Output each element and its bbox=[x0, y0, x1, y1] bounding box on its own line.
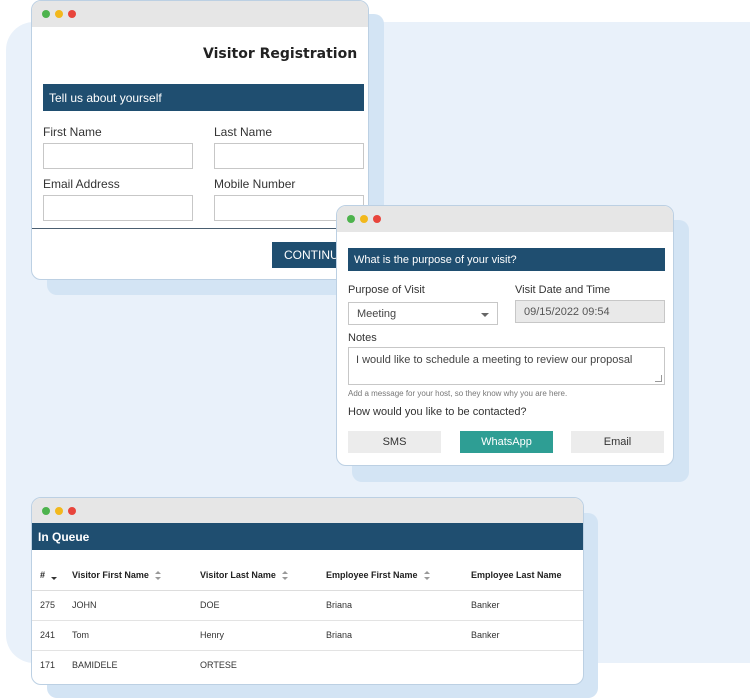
page-title: Visitor Registration bbox=[203, 46, 358, 62]
maximize-dot-icon[interactable] bbox=[42, 10, 50, 18]
section-header: What is the purpose of your visit? bbox=[348, 248, 665, 271]
notes-hint: Add a message for your host, so they kno… bbox=[348, 389, 568, 398]
table-cell: BAMIDELE bbox=[72, 660, 118, 671]
section-header: Tell us about yourself bbox=[43, 84, 364, 111]
queue-table: # Visitor First Name Visitor Last Name E… bbox=[32, 560, 583, 680]
table-header-row: # Visitor First Name Visitor Last Name E… bbox=[32, 560, 583, 591]
purpose-select[interactable]: Meeting bbox=[348, 302, 498, 325]
table-cell: 171 bbox=[40, 660, 56, 671]
notes-textarea[interactable]: I would like to schedule a meeting to re… bbox=[348, 347, 665, 385]
sort-icon[interactable] bbox=[281, 570, 288, 580]
contact-option-whatsapp[interactable]: WhatsApp bbox=[460, 431, 553, 453]
sort-icon[interactable] bbox=[154, 570, 161, 580]
table-cell: 241 bbox=[32, 620, 72, 651]
notes-value: I would like to schedule a meeting to re… bbox=[356, 354, 633, 366]
visit-window: What is the purpose of your visit? Purpo… bbox=[336, 205, 674, 466]
table-row[interactable]: 275 JOHN DOE Briana Banker bbox=[32, 590, 583, 621]
column-header[interactable]: Employee First Name bbox=[326, 560, 471, 591]
table-cell: Banker bbox=[471, 590, 583, 621]
first-name-label: First Name bbox=[43, 125, 102, 139]
table-cell: 275 bbox=[32, 590, 72, 621]
window-titlebar bbox=[337, 206, 673, 232]
table-cell: DOE bbox=[200, 590, 326, 621]
mobile-label: Mobile Number bbox=[214, 177, 296, 191]
table-cell bbox=[471, 650, 583, 680]
queue-window: In Queue # Visitor First Name Visitor La… bbox=[31, 497, 584, 685]
column-header[interactable]: Visitor First Name bbox=[72, 560, 200, 591]
email-label: Email Address bbox=[43, 177, 120, 191]
table-row[interactable]: 241 Tom Henry Briana Banker bbox=[32, 620, 583, 651]
close-dot-icon[interactable] bbox=[68, 10, 76, 18]
close-dot-icon[interactable] bbox=[373, 215, 381, 223]
last-name-label: Last Name bbox=[214, 125, 273, 139]
table-cell: ORTESE bbox=[200, 660, 237, 671]
maximize-dot-icon[interactable] bbox=[347, 215, 355, 223]
minimize-dot-icon[interactable] bbox=[360, 215, 368, 223]
resize-grip-icon[interactable] bbox=[655, 375, 662, 382]
table-row[interactable]: 171 BAMIDELE ORTESE bbox=[32, 650, 583, 680]
table-cell bbox=[326, 650, 471, 680]
table-cell: Banker bbox=[471, 620, 583, 651]
minimize-dot-icon[interactable] bbox=[55, 507, 63, 515]
contact-option-sms[interactable]: SMS bbox=[348, 431, 441, 453]
notes-label: Notes bbox=[348, 332, 377, 344]
contact-option-email[interactable]: Email bbox=[571, 431, 664, 453]
first-name-field[interactable] bbox=[43, 143, 193, 169]
purpose-value: Meeting bbox=[357, 307, 397, 320]
email-field[interactable] bbox=[43, 195, 193, 221]
datetime-label: Visit Date and Time bbox=[515, 284, 611, 296]
chevron-down-icon bbox=[481, 313, 489, 317]
table-cell: JOHN bbox=[72, 590, 200, 621]
datetime-field: 09/15/2022 09:54 bbox=[515, 300, 665, 323]
contact-label: How would you like to be contacted? bbox=[348, 406, 527, 418]
table-cell: Briana bbox=[326, 590, 471, 621]
table-cell: Henry bbox=[200, 620, 326, 651]
window-titlebar bbox=[32, 498, 583, 524]
column-header[interactable]: # bbox=[32, 560, 72, 591]
maximize-dot-icon[interactable] bbox=[42, 507, 50, 515]
divider bbox=[32, 228, 368, 229]
table-cell: Tom bbox=[72, 620, 200, 651]
last-name-field[interactable] bbox=[214, 143, 364, 169]
sort-desc-icon[interactable] bbox=[51, 571, 58, 580]
column-header[interactable]: Visitor Last Name bbox=[200, 560, 326, 591]
queue-header: In Queue bbox=[32, 523, 583, 550]
purpose-label: Purpose of Visit bbox=[348, 284, 425, 296]
column-header[interactable]: Employee Last Name bbox=[471, 560, 583, 591]
registration-window: Visitor Registration Tell us about yours… bbox=[31, 0, 369, 280]
window-titlebar bbox=[32, 1, 368, 27]
table-cell: Briana bbox=[326, 620, 471, 651]
minimize-dot-icon[interactable] bbox=[55, 10, 63, 18]
close-dot-icon[interactable] bbox=[68, 507, 76, 515]
sort-icon[interactable] bbox=[423, 570, 430, 580]
